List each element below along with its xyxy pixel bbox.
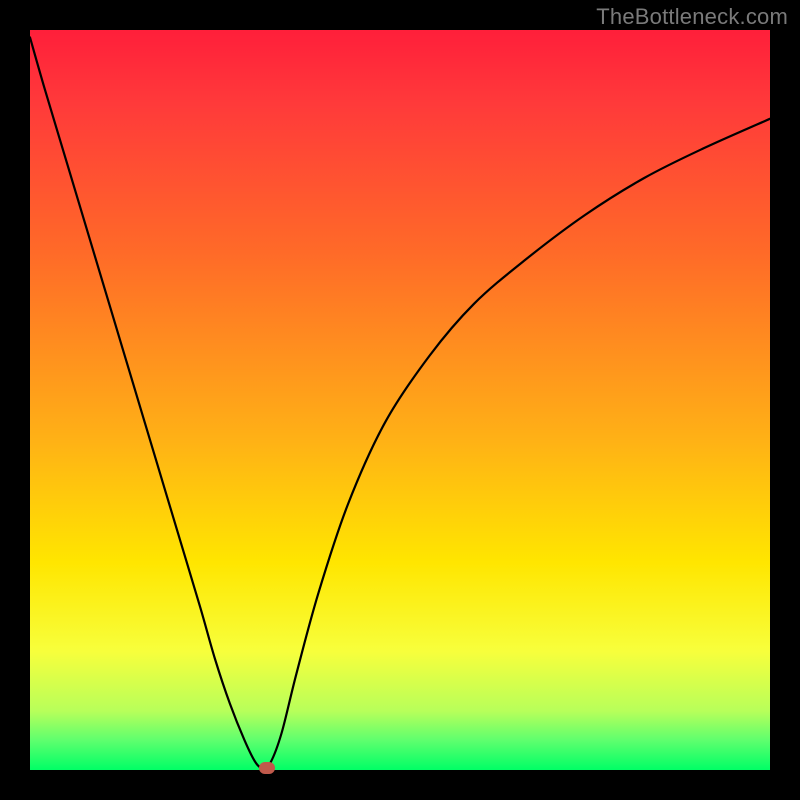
- plot-area: [30, 30, 770, 770]
- chart-frame: TheBottleneck.com: [0, 0, 800, 800]
- watermark-text: TheBottleneck.com: [596, 4, 788, 30]
- curve-path: [30, 37, 770, 767]
- bottleneck-curve: [30, 30, 770, 770]
- optimum-marker: [259, 762, 275, 774]
